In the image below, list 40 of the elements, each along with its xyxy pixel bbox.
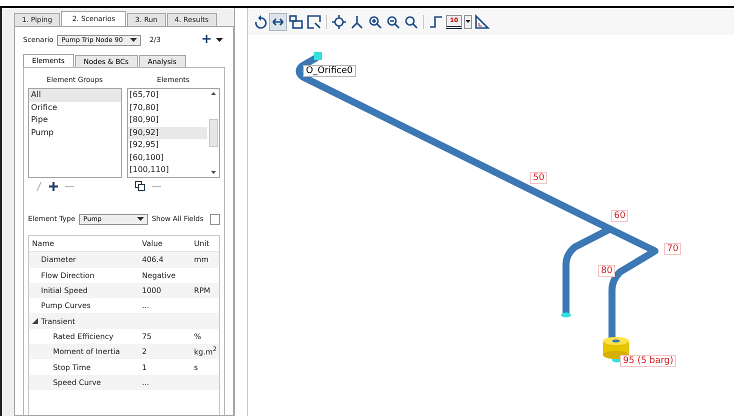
copy-icon[interactable] (134, 181, 144, 191)
checkbox[interactable] (210, 214, 220, 224)
list-item[interactable]: [92,95] (128, 139, 207, 152)
list-item[interactable]: Pipe (29, 114, 120, 126)
search-icon[interactable] (403, 14, 419, 30)
step-icon[interactable] (428, 14, 444, 30)
caret-icon[interactable] (464, 14, 472, 28)
node-label: 60 (611, 210, 628, 222)
node-label: 50 (530, 172, 548, 184)
axes-icon[interactable] (349, 14, 365, 30)
list-item[interactable]: Pump (29, 126, 120, 139)
add-icon[interactable] (49, 182, 58, 190)
caret-icon (130, 38, 138, 42)
list-item[interactable]: [100,110] (128, 164, 207, 176)
list-item[interactable]: Orifice (29, 102, 120, 114)
rotate-icon[interactable] (252, 14, 268, 30)
expanded-icon[interactable] (32, 318, 38, 324)
window-icon[interactable] (288, 14, 304, 30)
node-label: 80 (598, 265, 616, 277)
list-item[interactable]: All (29, 89, 120, 102)
ruler-icon[interactable] (474, 14, 490, 30)
fit-width-icon[interactable] (270, 14, 286, 30)
zoom-out-icon[interactable] (385, 14, 401, 30)
list-item[interactable]: [80,90] (128, 114, 207, 126)
scroll-down-icon[interactable] (211, 171, 216, 174)
list-item[interactable]: [65,70] (128, 89, 207, 102)
add-button[interactable]: + (201, 34, 212, 46)
element-label: O_Orifice0 (303, 65, 356, 77)
node-label: 70 (664, 243, 682, 255)
caret-icon (136, 217, 144, 221)
scrollbar[interactable] (208, 89, 219, 177)
caret-icon[interactable] (216, 38, 223, 42)
list-item[interactable]: [90,92] (128, 126, 207, 139)
select-icon[interactable] (306, 14, 322, 30)
scroll-up-icon[interactable] (211, 92, 216, 95)
node-label: 95 (5 barg) (620, 355, 676, 367)
crosshair-icon[interactable] (331, 14, 347, 30)
list-item[interactable]: [70,80] (128, 102, 207, 114)
zoom-in-icon[interactable] (367, 14, 383, 30)
list-item[interactable]: [60,100] (128, 152, 207, 164)
